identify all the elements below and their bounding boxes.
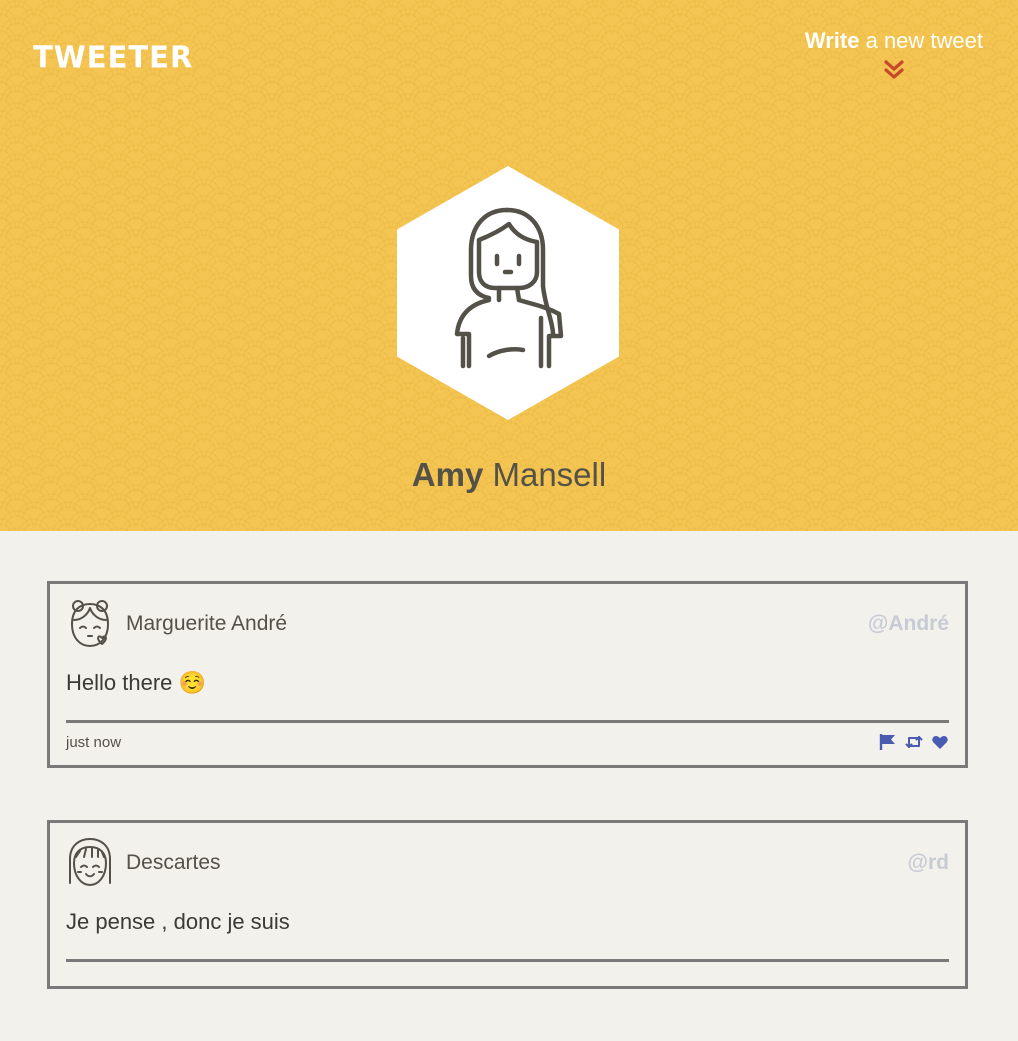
app-logo[interactable]: TWEETER — [33, 39, 193, 75]
tweet-author-name[interactable]: Descartes — [126, 851, 908, 875]
compose-label: a new tweet — [859, 28, 983, 53]
profile-header: TWEETER Write a new tweet Amy Mansell — [0, 0, 1018, 531]
flag-icon[interactable] — [879, 733, 897, 751]
write-new-tweet-button[interactable]: Write a new tweet — [805, 28, 983, 82]
tweet-author-handle[interactable]: @rd — [908, 851, 949, 875]
tweet-text: Hello there ☺️ — [66, 670, 206, 695]
tweet-actions — [879, 733, 949, 751]
tweet-card: Marguerite André @André Hello there ☺️ j… — [47, 581, 968, 768]
retweet-icon[interactable] — [905, 733, 923, 751]
tweet-author-handle[interactable]: @André — [868, 612, 949, 636]
profile-name: Amy Mansell — [0, 456, 1018, 494]
tweet-text: Je pense , donc je suis — [66, 909, 290, 934]
tweet-author-name[interactable]: Marguerite André — [126, 612, 868, 636]
profile-last-name: Mansell — [483, 456, 607, 493]
compose-bold-label: Write — [804, 28, 860, 53]
tweet-card: Descartes @rd Je pense , donc je suis — [47, 820, 968, 989]
double-chevron-down-icon[interactable] — [882, 58, 906, 82]
woman-avatar-icon — [454, 207, 564, 369]
profile-first-name: Amy — [411, 456, 484, 493]
girl-smile-avatar-icon — [69, 838, 111, 886]
tweet-timestamp: just now — [66, 733, 122, 751]
tweet-feed: Marguerite André @André Hello there ☺️ j… — [47, 581, 968, 1041]
profile-avatar — [397, 166, 619, 420]
heart-icon[interactable] — [931, 733, 949, 751]
girl-kiss-avatar-icon — [71, 600, 109, 647]
